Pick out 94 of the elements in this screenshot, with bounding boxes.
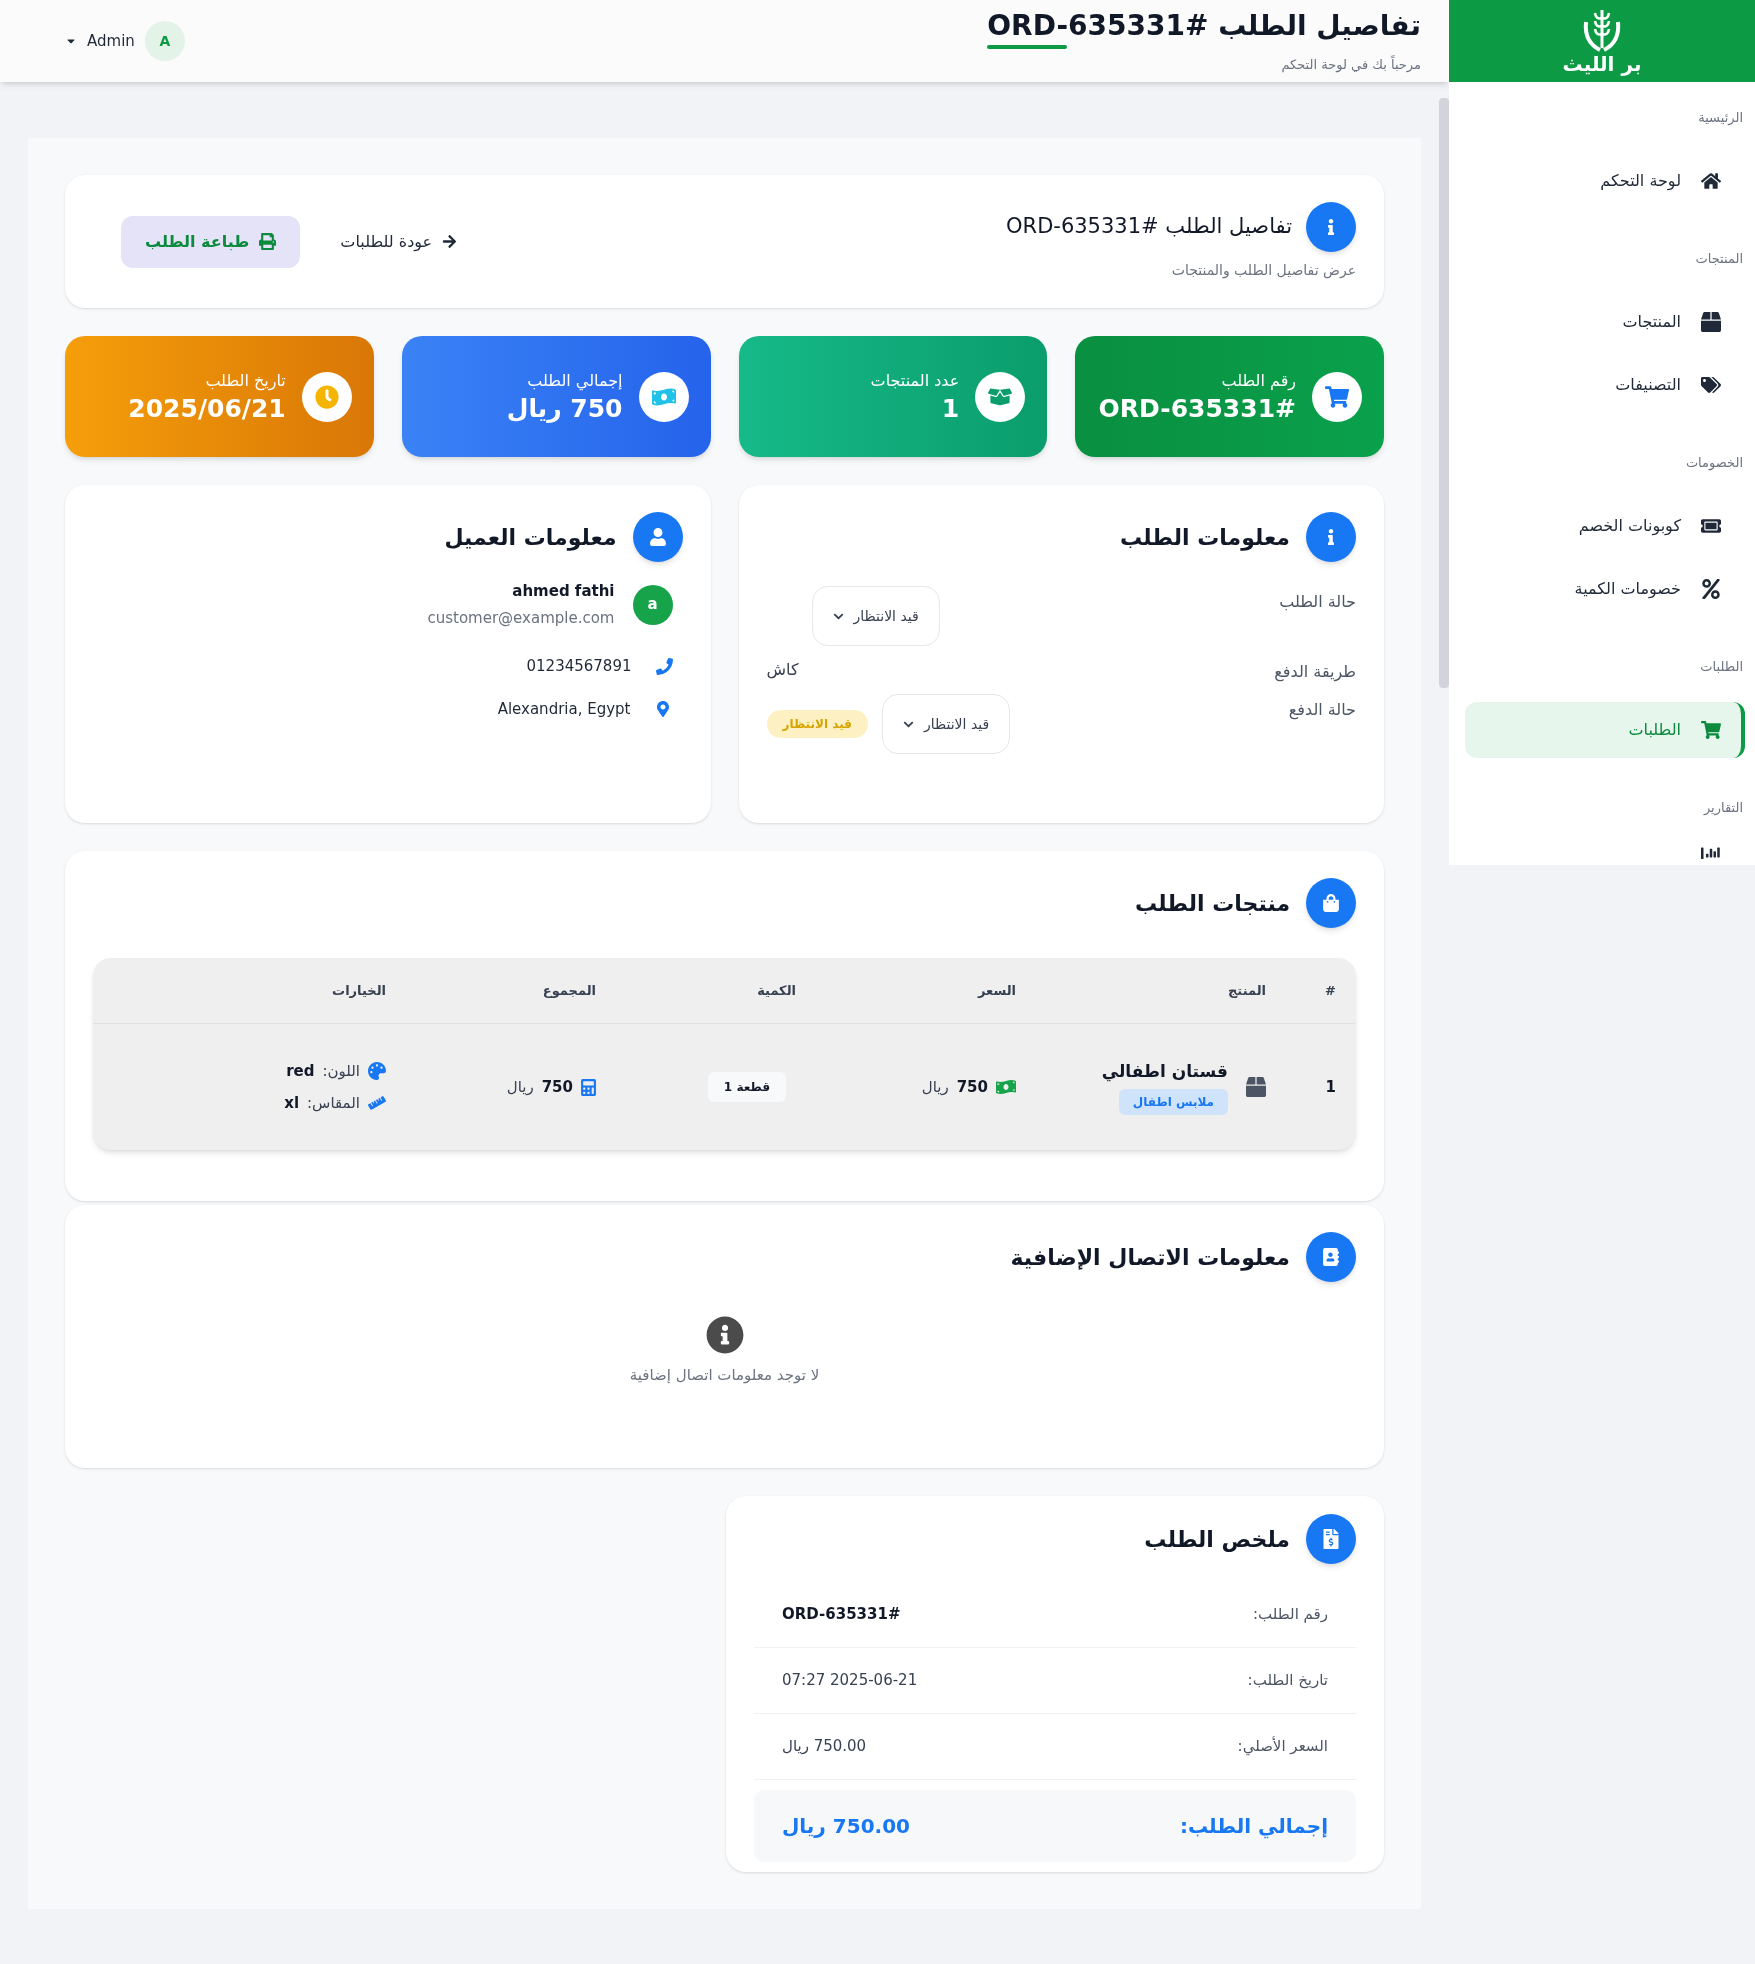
section-title: الخصومات (1684, 454, 1744, 473)
option-value: xl (284, 1093, 300, 1114)
location-pin-icon (654, 700, 671, 717)
section-heading: ملخص الطلب (1144, 1525, 1290, 1554)
summary-label: رقم الطلب: (1253, 1604, 1328, 1626)
stat-value: 2025/06/21 (128, 392, 286, 425)
stat-label: عدد المنتجات (870, 369, 960, 392)
print-button[interactable]: طباعة الطلب (121, 215, 301, 268)
box-icon (1701, 311, 1721, 332)
tag-icon (1701, 374, 1721, 395)
stat-label: إجمالي الطلب (526, 369, 623, 393)
back-link[interactable]: عودة للطلبات (340, 229, 458, 254)
page-title: تفاصيل الطلب #ORD-635331 (987, 7, 1421, 43)
stat-label: رقم الطلب (1220, 369, 1296, 393)
column-header: الخيارات (331, 981, 386, 1000)
user-name[interactable]: Admin (87, 29, 135, 53)
bag-icon (1322, 894, 1340, 912)
calculator-icon (581, 1078, 596, 1096)
column-header: الكمية (756, 981, 796, 1000)
money-icon (996, 1077, 1016, 1097)
summary-value: 750.00 ريال (782, 1736, 867, 1758)
print-icon (259, 233, 277, 250)
empty-message: لا توجد معلومات اتصال إضافية (629, 1365, 820, 1386)
arrow-icon (442, 234, 458, 249)
user-icon (648, 528, 667, 546)
nav-item[interactable]: التصنيفات (1465, 353, 1741, 416)
section-title: المنتجات (1694, 250, 1744, 268)
stat-value: 750 ريال (506, 392, 623, 425)
card-title: تفاصيل الطلب #ORD-635331 (1006, 213, 1292, 241)
price-currency: ريال (921, 1076, 949, 1098)
customer-name: ahmed fathi (512, 581, 615, 602)
section-heading: معلومات الطلب (1120, 523, 1290, 553)
option-label: اللون: (322, 1060, 360, 1082)
section-title: التقارير (1702, 799, 1744, 818)
option-label: المقاس: (307, 1093, 360, 1114)
status-select[interactable]: قيد الانتظار (811, 586, 940, 646)
summary-value: #ORD-635331 (782, 1604, 901, 1626)
status-select[interactable]: قيد الانتظار (881, 694, 1011, 754)
column-header: # (1324, 981, 1336, 1000)
field-label: حالة الطلب (1279, 591, 1356, 613)
field-label: حالة الدفع (1288, 699, 1356, 722)
info-icon (705, 1316, 744, 1354)
total-currency: ريال (506, 1076, 534, 1098)
section-heading: منتجات الطلب (1135, 889, 1290, 918)
nav-item[interactable]: المنتجات (1465, 290, 1741, 353)
customer-avatar: a (632, 584, 673, 625)
row-number: 1 (1324, 1076, 1336, 1098)
cart-icon (1325, 384, 1349, 409)
scrollbar-thumb[interactable] (1439, 98, 1449, 688)
column-header: المجموع (541, 981, 596, 1000)
section-heading: معلومات العميل (444, 523, 617, 553)
summary-label: تاريخ الطلب: (1247, 1670, 1328, 1692)
summary-value: 2025-06-21 07:27 (782, 1670, 918, 1692)
customer-address: Alexandria, Egypt (497, 698, 631, 720)
percent-icon (1701, 578, 1721, 599)
box-icon (1246, 1077, 1266, 1097)
home-icon (1701, 170, 1721, 191)
section-heading: معلومات الاتصال الإضافية (1010, 1243, 1290, 1273)
address-book-icon (1322, 1248, 1340, 1266)
palette-icon (368, 1061, 386, 1080)
field-value: كاش (766, 659, 799, 681)
option-value: red (286, 1060, 315, 1082)
page-subtitle: مرحباً بك في لوحة التحكم (1281, 54, 1421, 75)
total-amount: 750.00 ريال (782, 1813, 911, 1840)
column-header: المنتج (1226, 981, 1266, 1000)
product-name: قستان اطفالي (1101, 1060, 1228, 1084)
invoice-icon (1322, 1529, 1340, 1549)
nav-item[interactable]: خصومات الكمية (1465, 557, 1741, 620)
cart-icon (1701, 719, 1721, 740)
customer-phone: 01234567891 (526, 656, 632, 677)
nav-item[interactable]: لوحة التحكم (1465, 149, 1741, 212)
stat-value: #ORD-635331 (1098, 392, 1296, 425)
quantity-badge: 1 قطعة (707, 1072, 786, 1102)
phone-icon (655, 657, 673, 675)
column-header: السعر (976, 981, 1016, 1000)
ruler-icon (368, 1094, 386, 1113)
total-value: 750 (541, 1076, 573, 1098)
clock-icon (314, 384, 339, 409)
customer-email: customer@example.com (427, 607, 615, 629)
chart-icon (1701, 845, 1721, 859)
category-badge: ملابس اطفال (1118, 1088, 1228, 1115)
card-subtitle: عرض تفاصيل الطلب والمنتجات (1170, 261, 1356, 281)
nav-item[interactable]: كوبونات الخصم (1465, 494, 1741, 557)
stat-label: تاريخ الطلب (204, 369, 286, 393)
field-label: طريقة الدفع (1274, 661, 1356, 684)
stat-value: 1 (940, 392, 960, 425)
section-title: الطلبات (1699, 658, 1744, 676)
section-title: الرئيسية (1697, 109, 1744, 127)
price-value: 750 (956, 1076, 988, 1098)
total-label: إجمالي الطلب: (1179, 1813, 1328, 1841)
status-badge: قيد الانتظار (766, 710, 868, 738)
summary-label: السعر الأصلي: (1237, 1735, 1328, 1758)
nav-item[interactable]: الطلبات (1465, 701, 1745, 758)
logo-text: بر الليث (1562, 54, 1642, 74)
